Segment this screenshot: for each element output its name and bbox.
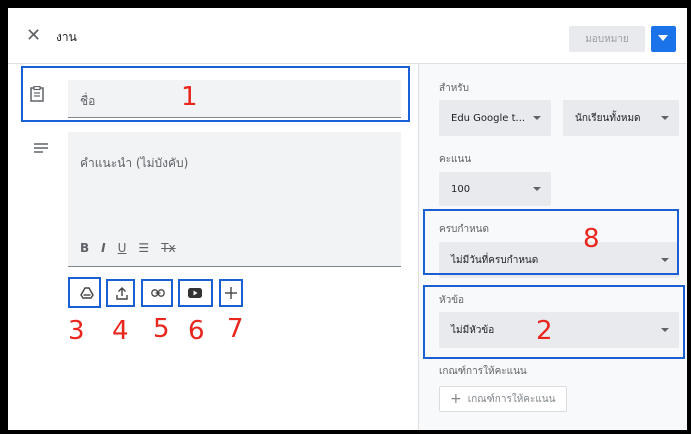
annotation-number: 4 [112, 316, 129, 346]
annotation-number: 5 [153, 314, 170, 344]
chevron-down-icon [533, 187, 541, 191]
annotation-number: 6 [188, 316, 205, 346]
annotation-number: 2 [536, 316, 553, 346]
description-placeholder: คำแนะนำ (ไม่บังคับ) [80, 156, 189, 170]
annotation-box-title [21, 66, 410, 122]
class-select[interactable]: Edu Google t... [439, 100, 551, 136]
points-select-value: 100 [451, 183, 471, 195]
add-rubric-button[interactable]: + เกณฑ์การให้คะแนน [439, 386, 567, 412]
chevron-down-icon [661, 116, 669, 120]
assign-button[interactable]: มอบหมาย [569, 26, 645, 52]
italic-button[interactable]: I [101, 241, 105, 255]
points-select[interactable]: 100 [439, 172, 551, 206]
description-icon [34, 142, 48, 156]
annotation-box-upload [106, 279, 135, 307]
clear-formatting-button[interactable]: Tx [161, 241, 175, 255]
annotation-box-youtube [178, 279, 213, 307]
students-select-value: นักเรียนทั้งหมด [575, 112, 641, 124]
annotation-number: 1 [181, 82, 198, 112]
for-label: สำหรับ [439, 83, 470, 94]
points-label: คะแนน [439, 154, 472, 165]
students-select[interactable]: นักเรียนทั้งหมด [563, 100, 679, 136]
bold-button[interactable]: B [80, 241, 89, 255]
annotation-box-link [141, 279, 173, 307]
annotation-number: 3 [68, 316, 85, 346]
plus-icon: + [450, 391, 462, 407]
header: ✕ งาน มอบหมาย [8, 8, 687, 64]
bullet-list-button[interactable]: ☰ [138, 241, 149, 255]
annotation-box-due [423, 209, 679, 275]
annotation-box-drive [68, 277, 101, 308]
description-input[interactable]: คำแนะนำ (ไม่บังคับ) B I U ☰ Tx [68, 132, 401, 267]
add-rubric-label: เกณฑ์การให้คะแนน [467, 393, 556, 405]
rubric-label: เกณฑ์การให้คะแนน [439, 366, 527, 377]
assign-dropdown-button[interactable] [651, 26, 676, 52]
annotation-number: 7 [227, 314, 244, 344]
class-select-value: Edu Google t... [451, 112, 526, 124]
chevron-down-icon [658, 35, 668, 41]
page-title: งาน [56, 30, 77, 44]
annotation-box-add [219, 279, 243, 307]
annotation-box-topic [423, 285, 685, 359]
chevron-down-icon [533, 116, 541, 120]
annotation-number: 8 [583, 224, 600, 254]
close-icon[interactable]: ✕ [26, 26, 46, 46]
formatting-toolbar: B I U ☰ Tx [80, 241, 176, 255]
underline-button[interactable]: U [118, 241, 127, 255]
